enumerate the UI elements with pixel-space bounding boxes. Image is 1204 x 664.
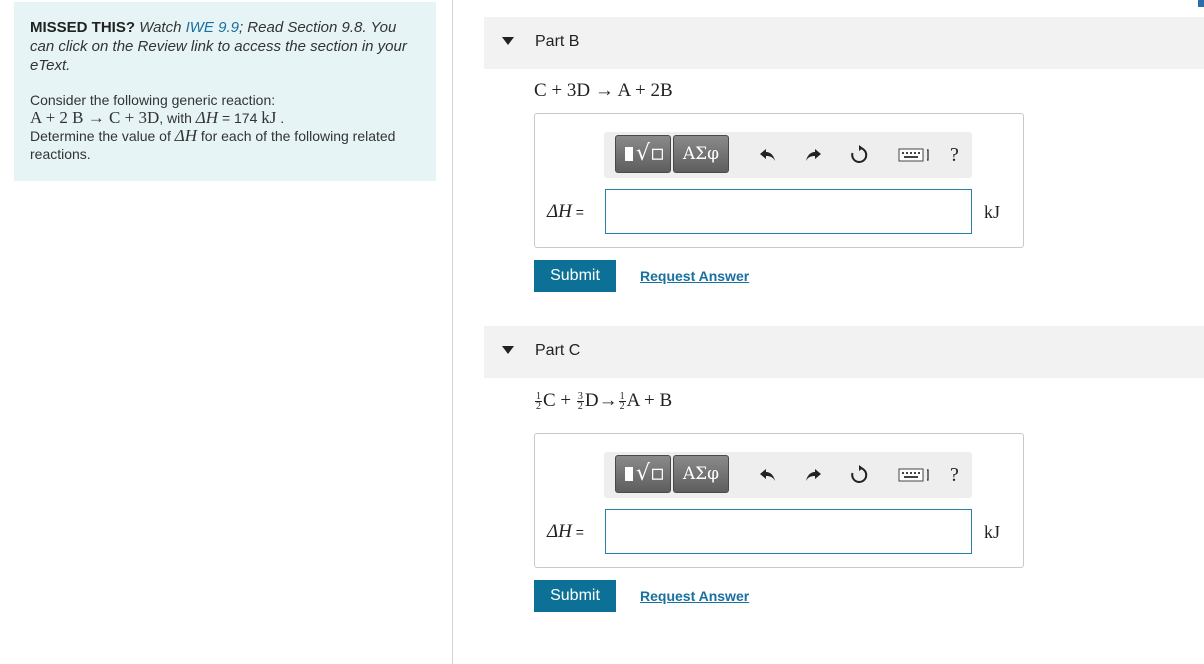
reset-icon[interactable] <box>847 143 871 167</box>
greek-symbols-button[interactable]: ΑΣφ <box>673 455 729 493</box>
part-c-header[interactable]: Part C <box>484 326 1204 378</box>
equals-sign: = <box>571 204 584 220</box>
part-b-unit: kJ <box>984 202 1001 222</box>
delta-h-symbol-2: ΔH <box>174 126 198 145</box>
redo-icon[interactable] <box>801 143 825 167</box>
radical-template-icon[interactable]: √▫ <box>615 135 671 173</box>
with-text: , with <box>159 110 192 126</box>
keyboard-icon[interactable] <box>897 463 933 487</box>
part-b-header[interactable]: Part B <box>484 17 1204 69</box>
delta-h-label: ΔH = <box>547 201 584 223</box>
missed-this-text: MISSED THIS? Watch IWE 9.9; Read Section… <box>30 18 420 75</box>
delta-h-symbol: ΔH <box>195 108 219 127</box>
problem-statement: Consider the following generic reaction:… <box>30 91 420 163</box>
collapse-arrow-icon[interactable] <box>502 37 514 45</box>
delta-h-label: ΔH = <box>547 521 584 543</box>
keyboard-icon[interactable] <box>897 143 933 167</box>
part-b-answer-input[interactable] <box>605 189 972 234</box>
consider-line: Consider the following generic reaction: <box>30 92 276 108</box>
reset-icon[interactable] <box>847 463 871 487</box>
determine-prefix: Determine the value of <box>30 128 171 144</box>
redo-icon[interactable] <box>801 463 825 487</box>
part-c-request-answer-link[interactable]: Request Answer <box>640 588 749 604</box>
column-divider <box>452 0 453 664</box>
equals-sign: = <box>571 524 584 540</box>
math-toolbar: √▫ ΑΣφ ? <box>604 452 972 498</box>
fraction-1: 12 <box>535 391 542 413</box>
part-c-unit: kJ <box>984 522 1001 542</box>
part-b-submit-button[interactable]: Submit <box>534 260 616 292</box>
undo-icon[interactable] <box>756 143 780 167</box>
part-c-title: Part C <box>535 342 581 359</box>
part-c-submit-button[interactable]: Submit <box>534 580 616 612</box>
undo-icon[interactable] <box>756 463 780 487</box>
help-icon[interactable]: ? <box>950 464 959 487</box>
missed-label: MISSED THIS? <box>30 19 136 36</box>
part-c-reaction: 12C + 3 2 D→ 1 2 A + B <box>535 390 673 413</box>
part-b-reaction: C + 3D → A + 2B <box>534 80 673 101</box>
part-b-request-answer-link[interactable]: Request Answer <box>640 268 749 284</box>
part-c-answer-box: √▫ ΑΣφ ? ΔH = kJ <box>534 433 1024 568</box>
delta-h-value: = 174 <box>218 110 262 126</box>
delta-h-label-symbol: ΔH <box>547 521 572 542</box>
help-icon[interactable]: ? <box>950 144 959 167</box>
fraction-3: 12 <box>618 391 626 413</box>
radical-template-icon[interactable]: √▫ <box>615 455 671 493</box>
corner-marker <box>1198 0 1204 7</box>
part-b-title: Part B <box>535 33 580 50</box>
period: . <box>276 110 285 126</box>
collapse-arrow-icon[interactable] <box>502 346 514 354</box>
greek-symbols-button[interactable]: ΑΣφ <box>673 135 729 173</box>
fraction-2: 32 <box>576 391 584 413</box>
part-c-answer-input[interactable] <box>605 509 972 554</box>
delta-h-label-symbol: ΔH <box>547 201 572 222</box>
generic-reaction: A + 2 B → C + 3D <box>30 108 160 127</box>
iwe-link[interactable]: IWE 9.9 <box>186 19 239 36</box>
missed-this-panel: MISSED THIS? Watch IWE 9.9; Read Section… <box>14 2 436 181</box>
part-b-answer-box: √▫ ΑΣφ ? ΔH = kJ <box>534 113 1024 248</box>
delta-h-unit: kJ <box>261 108 277 127</box>
math-toolbar: √▫ ΑΣφ ? <box>604 132 972 178</box>
watch-prefix: Watch <box>139 19 182 36</box>
